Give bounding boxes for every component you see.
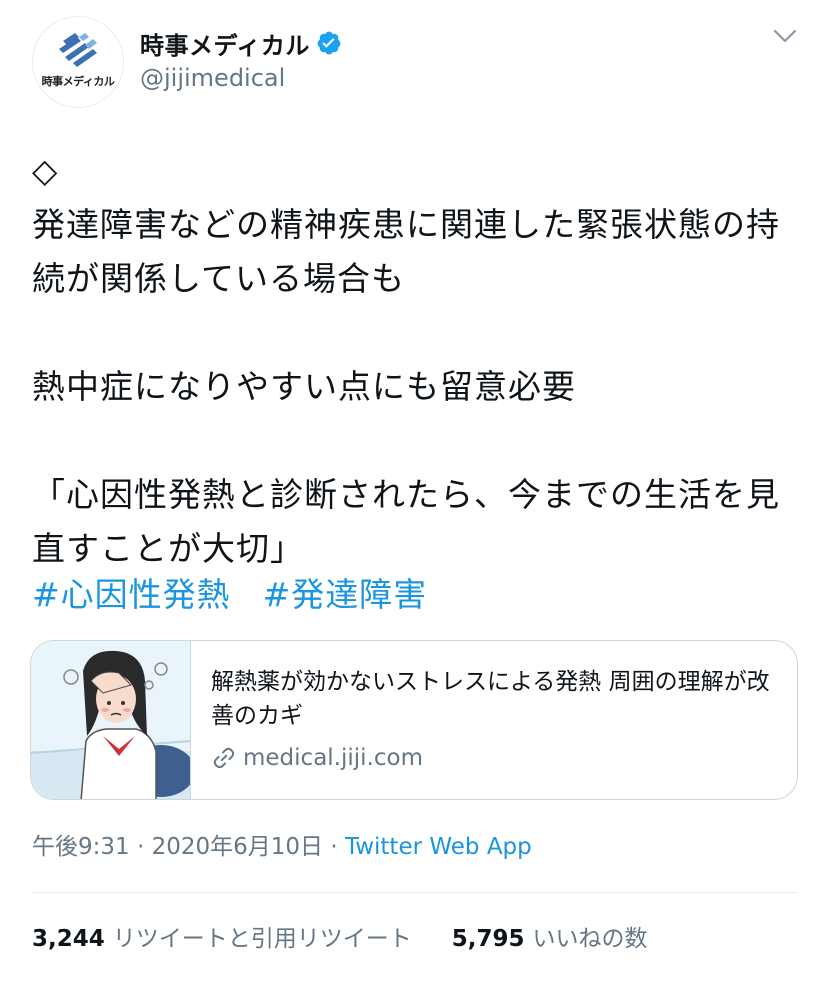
- account-handle[interactable]: @jijimedical: [140, 64, 285, 92]
- retweets-label: リツイートと引用リツイート: [112, 926, 412, 952]
- likes-label: いいねの数: [532, 926, 648, 952]
- likes-count: 5,795: [451, 926, 525, 952]
- card-title[interactable]: 解熱薬が効かないストレスによる発熱 周囲の理解が改善のカギ: [211, 665, 781, 733]
- tweet-text: ◇ 発達障害などの精神疾患に関連した緊張状態の持続が関係している場合も 熱中症に…: [32, 151, 780, 568]
- link-card[interactable]: 解熱薬が効かないストレスによる発熱 周囲の理解が改善のカギ medical.ji…: [30, 640, 798, 800]
- jiji-logo-icon: [59, 33, 97, 67]
- display-name[interactable]: 時事メディカル: [140, 26, 310, 61]
- retweets-stat[interactable]: 3,244 リツイートと引用リツイート: [32, 922, 412, 956]
- tweet-stats: 3,244 リツイートと引用リツイート 5,795 いいねの数: [32, 922, 688, 956]
- retweets-count: 3,244: [32, 926, 105, 952]
- verified-badge-icon: [317, 31, 341, 55]
- likes-stat[interactable]: 5,795 いいねの数: [452, 922, 648, 956]
- card-thumbnail-image: [31, 641, 191, 799]
- divider: [32, 892, 798, 893]
- card-domain: medical.jiji.com: [211, 741, 423, 775]
- meta-separator: ·: [129, 834, 152, 860]
- hashtags: #心因性発熱 #発達障害: [32, 568, 459, 622]
- name-row: 時事メディカル: [140, 26, 342, 60]
- hashtag-link[interactable]: #発達障害: [263, 575, 428, 614]
- chevron-down-icon[interactable]: [772, 26, 798, 46]
- avatar-logo-text: 時事メディカル: [41, 75, 115, 88]
- link-icon: [213, 747, 235, 769]
- card-domain-text: medical.jiji.com: [243, 745, 423, 771]
- meta-separator: ·: [323, 834, 345, 860]
- tweet-source[interactable]: Twitter Web App: [345, 834, 532, 860]
- hashtag-link[interactable]: #心因性発熱: [32, 575, 231, 614]
- tweet-date[interactable]: 2020年6月10日: [152, 834, 323, 860]
- avatar[interactable]: 時事メディカル: [32, 16, 124, 108]
- tweet-meta: 午後9:31 · 2020年6月10日 · Twitter Web App: [32, 830, 532, 864]
- tweet-time[interactable]: 午後9:31: [32, 834, 130, 860]
